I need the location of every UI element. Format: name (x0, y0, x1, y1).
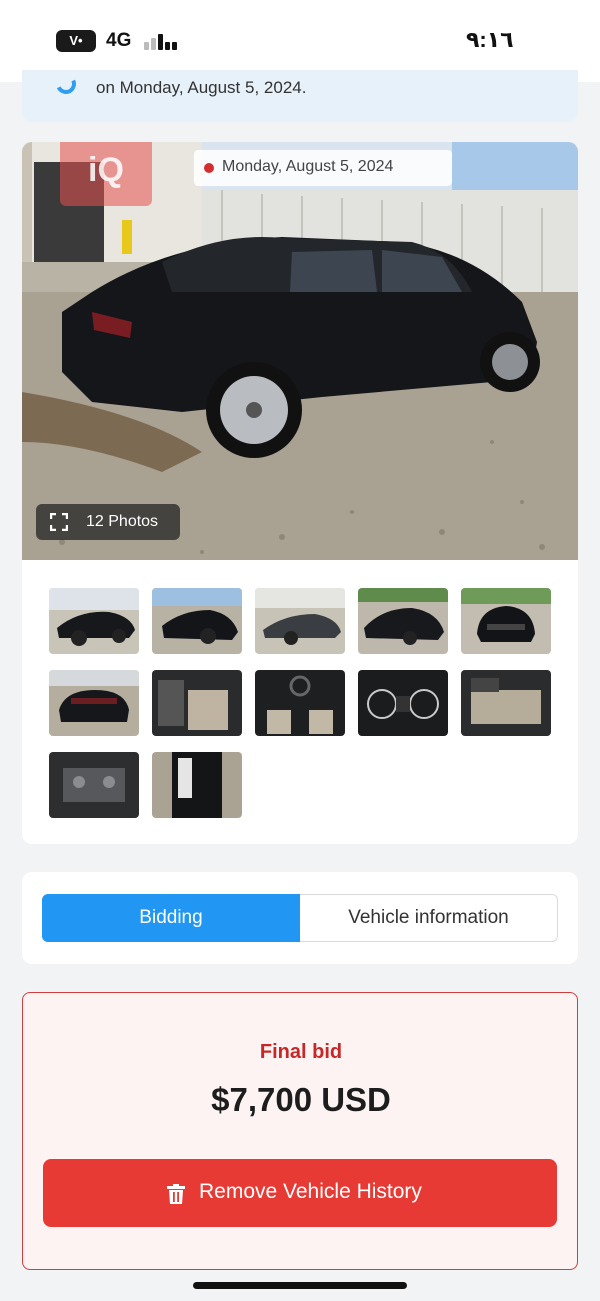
fullscreen-icon (50, 513, 68, 531)
thumbnail[interactable] (358, 588, 448, 654)
final-bid-card: Final bid $7,700 USD Remove Vehicle Hist… (22, 992, 578, 1270)
info-icon (53, 71, 79, 97)
view-photos-button[interactable]: 12 Photos (36, 504, 180, 540)
thumbnail[interactable] (49, 588, 139, 654)
remove-button-label: Remove Vehicle History (199, 1180, 422, 1203)
main-vehicle-photo[interactable]: iQ Monday, August 5, 2024 12 Photos (22, 142, 578, 560)
tab-bidding[interactable]: Bidding (42, 894, 300, 942)
thumbnail[interactable] (255, 588, 345, 654)
thumbnail[interactable] (49, 670, 139, 736)
thumbnail[interactable] (461, 670, 551, 736)
trash-icon (167, 1184, 185, 1204)
clock: ٩:١٦ (466, 27, 514, 52)
thumbnail[interactable] (152, 588, 242, 654)
gallery-card: iQ Monday, August 5, 2024 12 Photos (22, 142, 578, 844)
notice-text: on Monday, August 5, 2024. (96, 78, 307, 97)
final-bid-label: Final bid (259, 1041, 343, 1063)
date-chip-text: Monday, August 5, 2024 (222, 158, 394, 175)
network-type: 4G (106, 30, 132, 51)
thumbnail[interactable] (461, 588, 551, 654)
thumbnail[interactable] (152, 752, 242, 818)
carrier-badge: V• (56, 30, 96, 52)
thumbnail[interactable] (358, 670, 448, 736)
iq-watermark-logo: iQ (60, 142, 152, 206)
final-bid-amount: $7,700 USD (211, 1081, 391, 1118)
tab-vehicle-information[interactable]: Vehicle information (300, 894, 558, 942)
tabs-card: Bidding Vehicle information (22, 872, 578, 964)
home-indicator[interactable] (193, 1282, 407, 1289)
remove-vehicle-history-button[interactable]: Remove Vehicle History (43, 1159, 557, 1227)
status-dot-icon (204, 163, 214, 173)
thumbnail[interactable] (49, 752, 139, 818)
thumbnail[interactable] (152, 670, 242, 736)
date-chip: Monday, August 5, 2024 (194, 150, 452, 186)
signal-strength-icon (144, 32, 178, 50)
thumbnail[interactable] (255, 670, 345, 736)
photos-count-label: 12 Photos (86, 513, 159, 530)
